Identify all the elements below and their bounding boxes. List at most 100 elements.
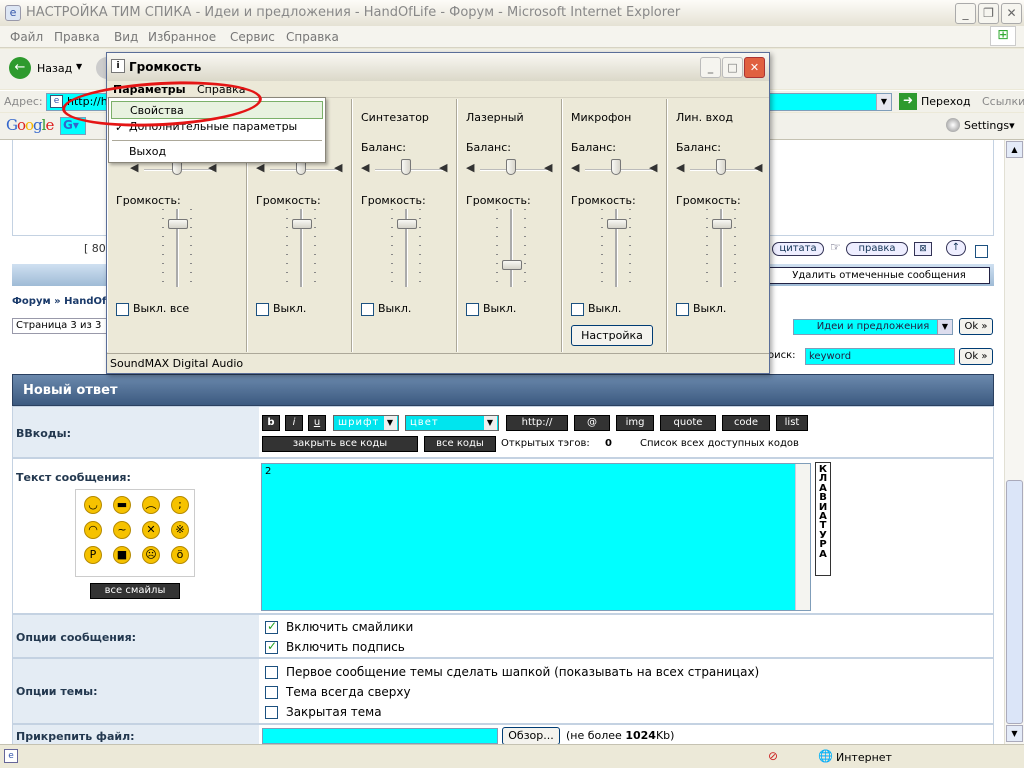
mute-all-checkbox[interactable] [116, 302, 129, 316]
search-input[interactable]: keyword [805, 348, 955, 365]
mute-option[interactable]: Выкл. [571, 302, 621, 316]
menu-help[interactable]: Справка [286, 30, 339, 44]
forum-jump-dropdown-icon[interactable]: ▼ [937, 320, 952, 334]
font-select[interactable]: шрифт ▼ [333, 415, 399, 431]
volume-slider[interactable] [607, 219, 627, 230]
mute-checkbox[interactable] [256, 302, 269, 316]
smiley-icon[interactable]: ~ [113, 521, 131, 539]
url-button[interactable]: http:// [506, 415, 568, 431]
close-button[interactable]: ✕ [1001, 3, 1022, 24]
smiley-icon[interactable]: ö [171, 546, 189, 564]
balance-slider[interactable] [401, 159, 411, 175]
mute-option[interactable]: Выкл. [466, 302, 516, 316]
go-button[interactable]: Переход [921, 95, 971, 108]
smiley-icon[interactable]: Ρ [84, 546, 102, 564]
all-codes-button[interactable]: все коды [424, 436, 496, 452]
smiley-icon[interactable]: ■ [113, 546, 131, 564]
mute-checkbox[interactable] [676, 302, 689, 316]
smiley-icon[interactable]: ︵ [142, 496, 160, 514]
google-settings-button[interactable]: Settings▾ [964, 119, 1015, 132]
italic-button[interactable]: i [285, 415, 303, 431]
menu-view[interactable]: Вид [114, 30, 138, 44]
smiley-icon[interactable]: ※ [171, 521, 189, 539]
smiley-icon[interactable]: ☹ [142, 546, 160, 564]
email-button[interactable]: @ [574, 415, 610, 431]
color-select[interactable]: цвет ▼ [405, 415, 499, 431]
smiley-icon[interactable]: ; [171, 496, 189, 514]
balance-slider[interactable] [506, 159, 516, 175]
menu-item-exit[interactable]: Выход [111, 143, 323, 161]
mute-checkbox[interactable] [571, 302, 584, 316]
mute-option[interactable]: Выкл. [361, 302, 411, 316]
back-button-label[interactable]: Назад [37, 62, 72, 75]
closed-topic-checkbox[interactable] [265, 706, 278, 719]
page-scrollbar[interactable]: ▲ ▼ [1004, 140, 1024, 744]
forum-jump-select[interactable]: Идеи и предложения [793, 319, 953, 335]
pin-first-post-option[interactable]: Первое сообщение темы сделать шапкой (по… [265, 665, 759, 679]
bold-button[interactable]: b [262, 415, 280, 431]
enable-signature-option[interactable]: Включить подпись [265, 639, 405, 654]
list-button[interactable]: list [776, 415, 808, 431]
volume-slider[interactable] [292, 219, 312, 230]
menu-file[interactable]: Файл [10, 30, 43, 44]
underline-button[interactable]: u [308, 415, 326, 431]
breadcrumb-forum[interactable]: Форум [12, 296, 51, 307]
mute-checkbox[interactable] [466, 302, 479, 316]
menu-favorites[interactable]: Избранное [148, 30, 216, 44]
popup-blocked-icon[interactable]: ⊘ [768, 749, 778, 763]
scroll-up-icon[interactable]: ▲ [1006, 141, 1023, 158]
scroll-down-icon[interactable]: ▼ [1006, 725, 1023, 742]
scroll-top-icon[interactable]: ↑ [946, 240, 966, 256]
volume-close-button[interactable]: ✕ [744, 57, 765, 78]
enable-smilies-checkbox[interactable] [265, 619, 278, 634]
smiley-icon[interactable]: ◡ [84, 496, 102, 514]
volume-slider[interactable] [168, 219, 188, 230]
volume-maximize-button[interactable]: □ [722, 57, 743, 78]
smiley-icon[interactable]: ▬ [113, 496, 131, 514]
sticky-topic-option[interactable]: Тема всегда сверху [265, 685, 411, 699]
close-all-tags-button[interactable]: закрыть все коды [262, 436, 418, 452]
quote-button[interactable]: цитата [772, 242, 824, 256]
delete-post-icon[interactable]: ⊠ [914, 242, 932, 256]
browse-button[interactable]: Обзор... [502, 727, 560, 744]
mute-checkbox[interactable] [361, 302, 374, 316]
volume-slider[interactable] [397, 219, 417, 230]
message-textarea[interactable]: 2 [261, 463, 811, 611]
jump-ok-button[interactable]: Ok » [959, 318, 993, 335]
volume-slider[interactable] [712, 219, 732, 230]
mute-option[interactable]: Выкл. [256, 302, 306, 316]
advanced-settings-button[interactable]: Настройка [571, 325, 653, 346]
smiley-icon[interactable]: ◠ [84, 521, 102, 539]
mute-option[interactable]: Выкл. [676, 302, 726, 316]
balance-slider[interactable] [716, 159, 726, 175]
delete-selected-button[interactable]: Удалить отмеченные сообщения [768, 267, 990, 284]
select-post-checkbox[interactable] [975, 244, 988, 258]
search-ok-button[interactable]: Ok » [959, 348, 993, 365]
scroll-thumb[interactable] [1006, 480, 1023, 724]
address-dropdown-icon[interactable]: ▼ [876, 94, 891, 110]
go-arrow-icon[interactable]: ➜ [899, 93, 917, 110]
quote-tag-button[interactable]: quote [660, 415, 716, 431]
mute-all-option[interactable]: Выкл. все [116, 302, 189, 316]
links-label[interactable]: Ссылки [982, 95, 1024, 108]
back-dropdown-icon[interactable]: ▼ [76, 62, 82, 71]
closed-topic-option[interactable]: Закрытая тема [265, 705, 382, 719]
enable-smilies-option[interactable]: Включить смайлики [265, 619, 413, 634]
smiley-icon[interactable]: ✕ [142, 521, 160, 539]
sticky-topic-checkbox[interactable] [265, 686, 278, 699]
attach-file-input[interactable] [262, 728, 498, 744]
all-smilies-button[interactable]: все смайлы [90, 583, 180, 599]
edit-button[interactable]: правка [846, 242, 908, 256]
all-codes-list-link[interactable]: Список всех доступных кодов [640, 438, 799, 449]
balance-slider[interactable] [611, 159, 621, 175]
code-button[interactable]: code [722, 415, 770, 431]
menu-edit[interactable]: Правка [54, 30, 100, 44]
textarea-scrollbar[interactable] [795, 464, 810, 610]
maximize-button[interactable]: ❐ [978, 3, 999, 24]
img-button[interactable]: img [616, 415, 654, 431]
enable-signature-checkbox[interactable] [265, 639, 278, 654]
back-arrow-icon[interactable]: ← [9, 57, 31, 79]
virtual-keyboard-button[interactable]: КЛАВИАТУРА [815, 462, 831, 576]
menu-tools[interactable]: Сервис [230, 30, 275, 44]
volume-slider[interactable] [502, 260, 522, 270]
